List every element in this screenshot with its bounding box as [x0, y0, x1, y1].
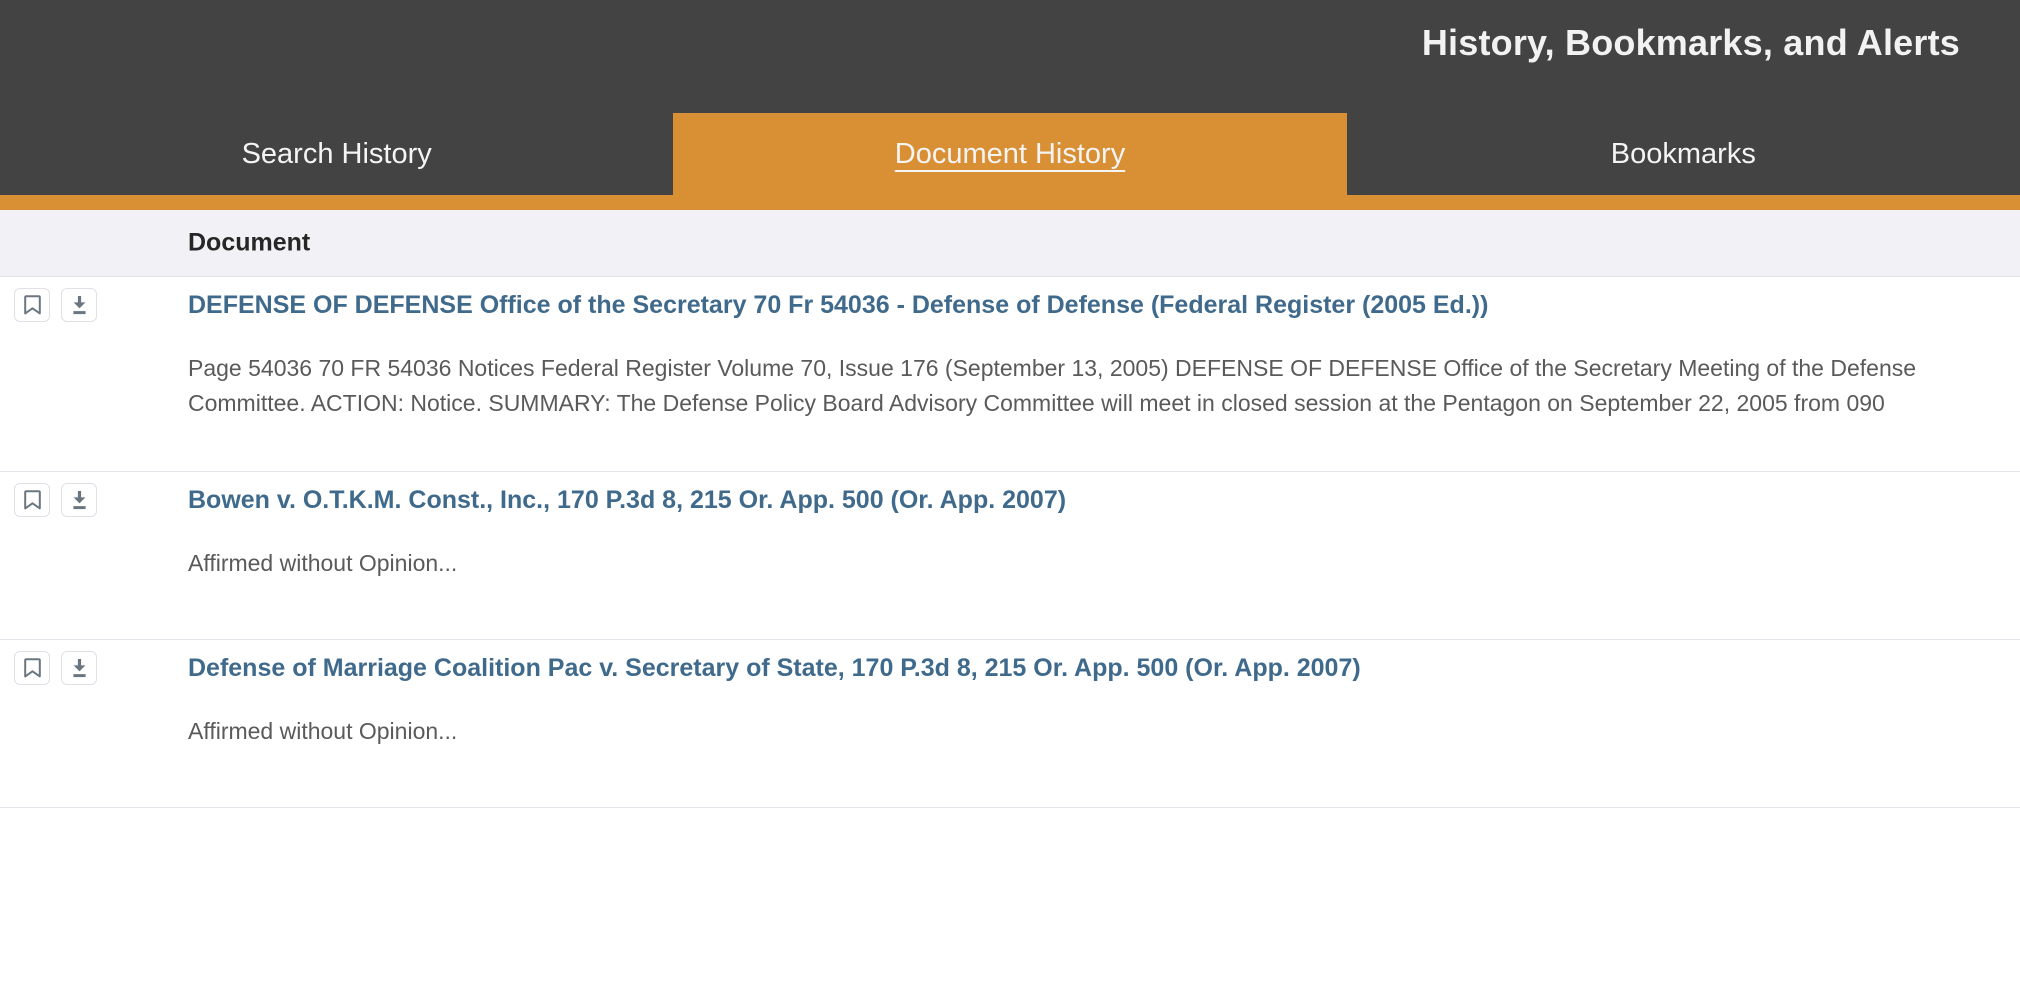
row-action-buttons: [14, 483, 97, 517]
accent-divider-bar: [0, 195, 2020, 210]
bookmark-button[interactable]: [14, 288, 50, 322]
document-title-link[interactable]: Defense of Marriage Coalition Pac v. Sec…: [188, 652, 2020, 686]
page-header: History, Bookmarks, and Alerts Search Hi…: [0, 0, 2020, 195]
tab-document-history[interactable]: Document History: [673, 113, 1347, 195]
table-row: Defense of Marriage Coalition Pac v. Sec…: [0, 640, 2020, 808]
download-button[interactable]: [61, 483, 97, 517]
tab-search-history[interactable]: Search History: [0, 113, 673, 195]
download-button[interactable]: [61, 288, 97, 322]
bookmark-icon: [23, 658, 41, 678]
bookmark-button[interactable]: [14, 483, 50, 517]
column-header-document: Document: [188, 228, 311, 257]
document-snippet: Affirmed without Opinion...: [188, 717, 458, 744]
document-history-list: DEFENSE OF DEFENSE Office of the Secreta…: [0, 277, 2020, 808]
document-title-link[interactable]: Bowen v. O.T.K.M. Const., Inc., 170 P.3d…: [188, 484, 2020, 518]
tab-document-history-label: Document History: [894, 137, 1126, 170]
row-content: Bowen v. O.T.K.M. Const., Inc., 170 P.3d…: [188, 472, 2020, 581]
history-bookmarks-alerts-page: History, Bookmarks, and Alerts Search Hi…: [0, 0, 2020, 990]
table-row: DEFENSE OF DEFENSE Office of the Secreta…: [0, 277, 2020, 472]
tab-bar: Search History Document History Bookmark…: [0, 113, 2020, 195]
download-icon: [70, 490, 89, 510]
download-icon: [70, 658, 89, 678]
bookmark-icon: [23, 490, 41, 510]
download-icon: [70, 295, 89, 315]
document-title-link[interactable]: DEFENSE OF DEFENSE Office of the Secreta…: [188, 289, 2020, 323]
download-button[interactable]: [61, 651, 97, 685]
row-action-buttons: [14, 288, 97, 322]
page-title: History, Bookmarks, and Alerts: [1421, 22, 1960, 63]
row-content: Defense of Marriage Coalition Pac v. Sec…: [188, 640, 2020, 749]
row-action-buttons: [14, 651, 97, 685]
table-row: Bowen v. O.T.K.M. Const., Inc., 170 P.3d…: [0, 472, 2020, 640]
tab-bookmarks-label: Bookmarks: [1610, 137, 1756, 170]
table-column-header: Document: [0, 210, 2020, 277]
tab-bookmarks[interactable]: Bookmarks: [1347, 113, 2020, 195]
document-snippet: Affirmed without Opinion...: [188, 549, 458, 576]
bookmark-button[interactable]: [14, 651, 50, 685]
bookmark-icon: [23, 295, 41, 315]
row-content: DEFENSE OF DEFENSE Office of the Secreta…: [188, 277, 2020, 421]
tab-search-history-label: Search History: [241, 137, 432, 170]
document-snippet: Page 54036 70 FR 54036 Notices Federal R…: [188, 354, 1917, 416]
